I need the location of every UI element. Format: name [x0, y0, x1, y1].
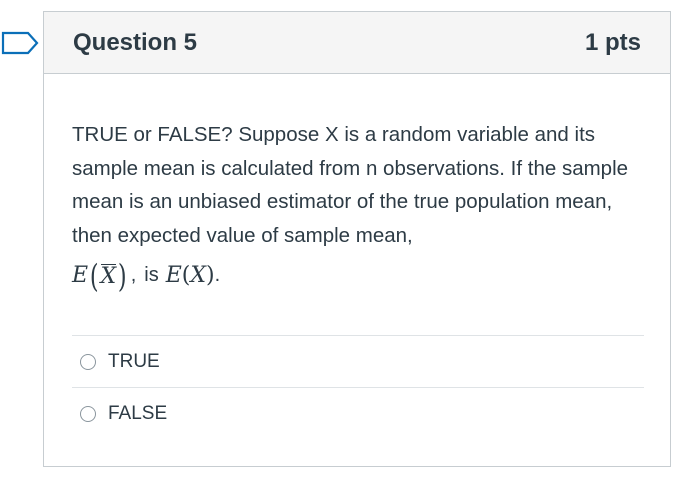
rhs-expected-symbol: E — [165, 263, 182, 289]
question-card: Question 5 1 pts TRUE or FALSE? Suppose … — [43, 11, 671, 467]
math-expression: E ( X ) , is E ( X ) . — [72, 256, 632, 296]
question-body: TRUE or FALSE? Suppose X is a random var… — [72, 118, 632, 296]
is-word: is — [144, 264, 159, 287]
x-bar: X — [100, 264, 117, 289]
open-paren: ( — [89, 257, 99, 295]
bookmark-flag-icon[interactable] — [1, 31, 39, 55]
answer-label-true: TRUE — [108, 350, 160, 372]
expected-symbol: E — [72, 263, 89, 289]
question-header: Question 5 1 pts — [44, 12, 670, 74]
math-comma: , — [130, 264, 137, 287]
answer-label-false: FALSE — [108, 402, 168, 424]
question-points: 1 pts — [584, 29, 641, 56]
close-paren: ) — [118, 257, 127, 295]
answer-list: TRUE FALSE — [72, 335, 644, 439]
rhs-variable: X — [190, 263, 207, 289]
question-text: TRUE or FALSE? Suppose X is a random var… — [72, 123, 629, 247]
math-period: . — [214, 264, 221, 287]
answer-option-true[interactable]: TRUE — [72, 335, 644, 387]
answer-option-false[interactable]: FALSE — [72, 387, 644, 439]
rhs-close-paren: ) — [206, 263, 215, 289]
question-title: Question 5 — [73, 29, 198, 56]
radio-button-false[interactable] — [80, 405, 96, 422]
quiz-page: Question 5 1 pts TRUE or FALSE? Suppose … — [0, 0, 700, 499]
radio-button-true[interactable] — [80, 353, 96, 370]
